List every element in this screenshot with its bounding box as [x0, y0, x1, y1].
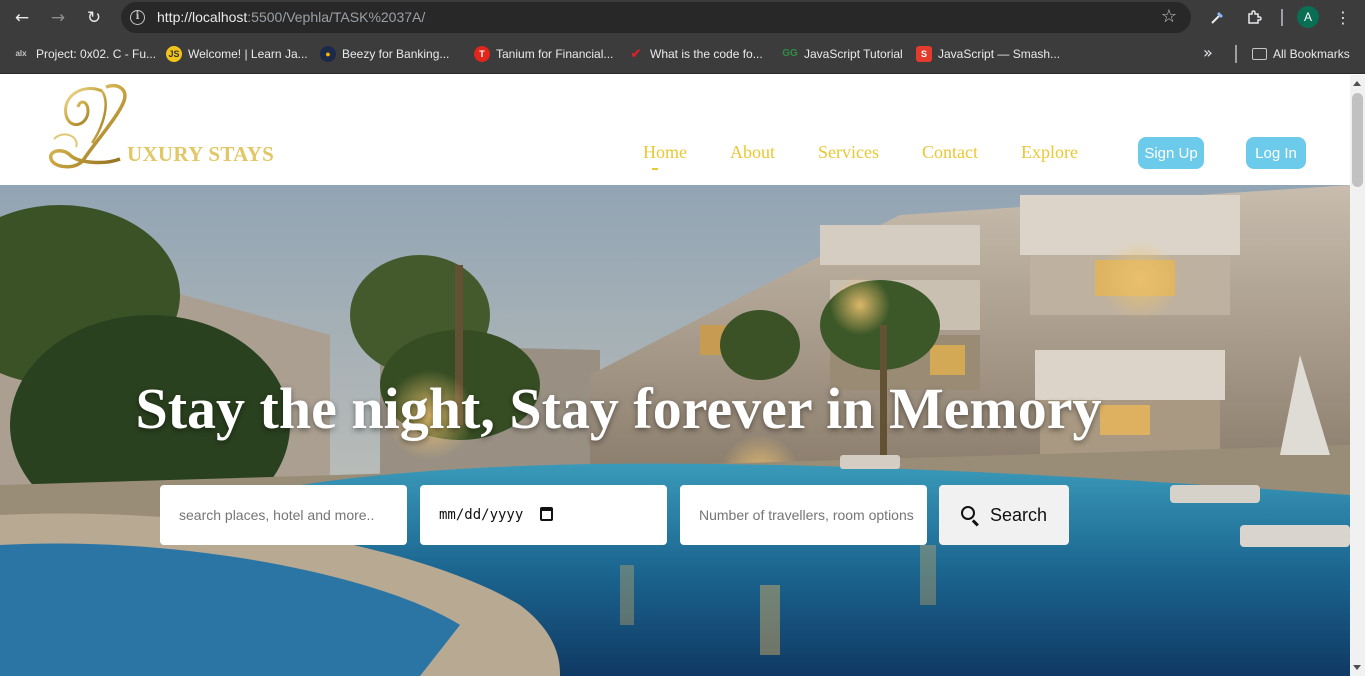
bookmarks-divider	[1235, 45, 1237, 63]
address-bar[interactable]: i http://localhost:5500/Vephla/TASK%2037…	[121, 2, 1191, 33]
url-path: :5500/Vephla/TASK%2037A/	[247, 9, 426, 25]
travellers-input[interactable]	[699, 507, 927, 523]
alx-icon: alx	[15, 49, 27, 58]
bookmark-label: Welcome! | Learn Ja...	[188, 47, 308, 61]
all-bookmarks-button[interactable]: All Bookmarks	[1252, 45, 1350, 63]
bookmark-item[interactable]: ● Beezy for Banking...	[320, 45, 449, 63]
scroll-up-arrow-icon[interactable]	[1353, 81, 1361, 86]
bookmarks-bar: alx Project: 0x02. C - Fu... JS Welcome!…	[0, 35, 1365, 74]
extensions-puzzle-icon[interactable]	[1241, 4, 1267, 30]
search-places-field[interactable]	[160, 485, 407, 545]
nav-about[interactable]: About	[730, 142, 775, 163]
calendar-icon[interactable]	[540, 507, 553, 521]
js-icon: JS	[166, 46, 182, 62]
url-host: http://localhost	[157, 9, 248, 25]
more-bookmarks-chevron-icon[interactable]: »	[1203, 43, 1213, 62]
scroll-down-arrow-icon[interactable]	[1353, 665, 1361, 670]
logo-wordmark[interactable]: UXURY STAYS	[127, 142, 274, 167]
date-placeholder: mm/dd/yyyy	[439, 507, 524, 523]
search-places-input[interactable]	[179, 507, 407, 523]
profile-avatar[interactable]: A	[1297, 6, 1319, 28]
site-header: UXURY STAYS Home About Services Contact …	[0, 75, 1350, 185]
bookmark-item[interactable]: JS Welcome! | Learn Ja...	[166, 45, 308, 63]
nav-contact[interactable]: Contact	[922, 142, 978, 163]
beezy-icon: ●	[320, 46, 336, 62]
bookmark-item[interactable]: S JavaScript — Smash...	[916, 45, 1060, 63]
all-bookmarks-label: All Bookmarks	[1273, 47, 1350, 61]
gfg-icon: GG	[782, 48, 798, 59]
browser-toolbar: ← → ↻ i http://localhost:5500/Vephla/TAS…	[0, 0, 1365, 35]
tanium-icon: T	[474, 46, 490, 62]
url-text[interactable]: http://localhost:5500/Vephla/TASK%2037A/	[157, 9, 425, 25]
bookmark-label: What is the code fo...	[650, 47, 763, 61]
search-icon	[960, 505, 980, 526]
date-field[interactable]: mm/dd/yyyy	[420, 485, 667, 545]
bookmark-label: Beezy for Banking...	[342, 47, 450, 61]
reload-icon[interactable]: ↻	[80, 4, 108, 32]
bookmark-star-icon[interactable]: ☆	[1161, 6, 1177, 27]
bookmark-label: Project: 0x02. C - Fu...	[36, 47, 157, 61]
folder-icon	[1252, 48, 1267, 60]
travellers-field[interactable]	[680, 485, 927, 545]
bookmark-label: JavaScript Tutorial	[804, 47, 903, 61]
page-viewport: UXURY STAYS Home About Services Contact …	[0, 75, 1350, 676]
forward-arrow-icon[interactable]: →	[44, 4, 72, 32]
bookmark-item[interactable]: alx Project: 0x02. C - Fu...	[12, 45, 156, 63]
toolbar-divider	[1281, 9, 1283, 26]
bookmark-item[interactable]: ✔ What is the code fo...	[628, 45, 763, 63]
nav-services[interactable]: Services	[818, 142, 879, 163]
nav-explore[interactable]: Explore	[1021, 142, 1078, 163]
code-icon: ✔	[630, 46, 642, 61]
eyedropper-extension-icon[interactable]	[1205, 4, 1231, 30]
bookmark-label: JavaScript — Smash...	[938, 47, 1061, 61]
page-scrollbar[interactable]	[1350, 75, 1365, 676]
smashing-icon: S	[916, 46, 932, 62]
hero-headline: Stay the night, Stay forever in Memory	[135, 376, 1102, 441]
site-info-icon[interactable]: i	[130, 10, 145, 25]
hero-section: Stay the night, Stay forever in Memory m…	[0, 185, 1350, 676]
back-arrow-icon[interactable]: ←	[8, 4, 36, 32]
bookmark-item[interactable]: GG JavaScript Tutorial	[782, 45, 903, 63]
log-in-button[interactable]: Log In	[1246, 137, 1306, 169]
scrollbar-thumb[interactable]	[1352, 93, 1363, 187]
bookmark-item[interactable]: T Tanium for Financial...	[474, 45, 613, 63]
menu-kebab-icon[interactable]: ⋮	[1330, 4, 1356, 30]
nav-home[interactable]: Home	[643, 142, 687, 170]
search-button-label: Search	[989, 504, 1048, 525]
bookmark-label: Tanium for Financial...	[496, 47, 614, 61]
search-button[interactable]: Search	[939, 485, 1069, 545]
sign-up-button[interactable]: Sign Up	[1138, 137, 1204, 169]
